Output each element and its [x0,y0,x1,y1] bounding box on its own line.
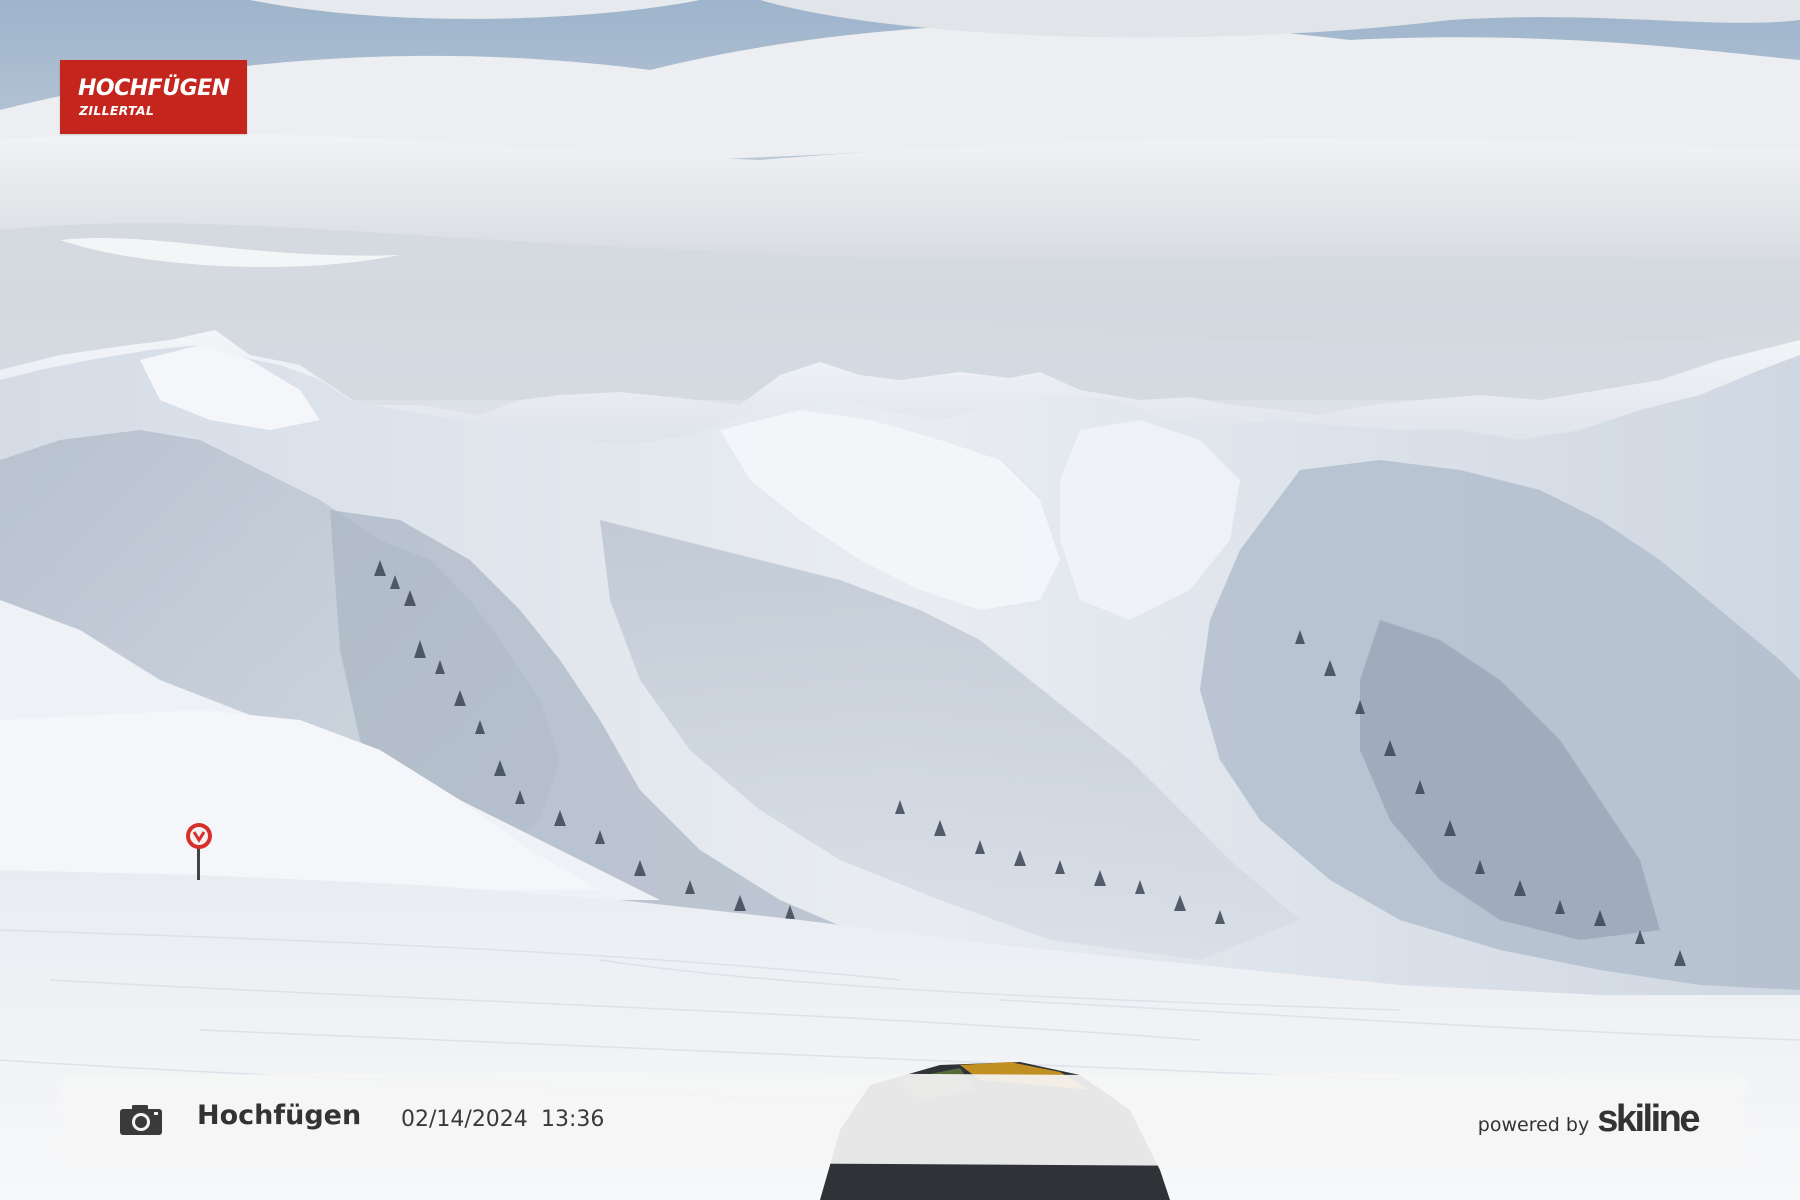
logo-title: HOCHFÜGEN [78,76,230,101]
powered-by-label: powered by [1477,1114,1590,1136]
capture-date: 02/14/2024 [401,1107,528,1132]
resort-logo: HOCHFÜGEN ZILLERTAL [60,60,247,134]
capture-time: 13:36 [541,1107,605,1132]
caption-bar: Hochfügen 02/14/2024 13:36 powered by ski… [55,1072,1750,1166]
camera-icon [120,1105,162,1135]
skiline-brand: skiline [1597,1098,1700,1140]
location-name: Hochfügen [197,1100,362,1131]
mountain-panorama [0,0,1800,1200]
powered-by-skiline[interactable]: powered by skiline [1477,1098,1701,1141]
logo-subtitle: ZILLERTAL [79,103,155,118]
no-entry-sign-icon [186,823,212,880]
webcam-view: HOCHFÜGEN ZILLERTAL Hochfügen 02/14/2024… [0,0,1800,1200]
